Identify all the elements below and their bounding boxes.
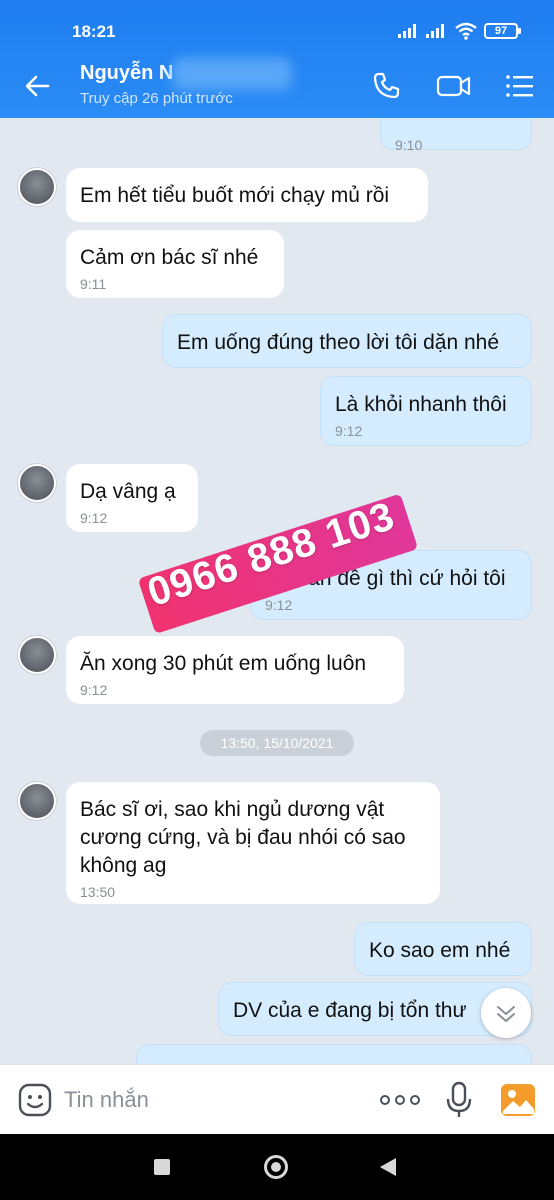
chat-header: Nguyễn N Truy cập 26 phút trước (0, 52, 554, 118)
message-bubble-in[interactable]: Cảm ơn bác sĩ nhé 9:11 (66, 230, 284, 298)
avatar[interactable] (18, 464, 56, 502)
message-time: 9:12 (335, 423, 363, 439)
message-text: Cảm ơn bác sĩ nhé (80, 246, 259, 269)
avatar[interactable] (18, 782, 56, 820)
message-time: 13:50 (80, 884, 116, 900)
message-bubble-in[interactable]: Ăn xong 30 phút em uống luôn 9:12 (66, 636, 404, 704)
avatar[interactable] (18, 168, 56, 206)
message-bubble-out[interactable]: 9:10 (380, 118, 532, 153)
back-arrow-icon[interactable] (22, 70, 54, 102)
photo-gallery-icon[interactable] (500, 1083, 536, 1117)
message-bubble-in[interactable]: Em hết tiểu buốt mới chạy mủ rồi (66, 168, 428, 222)
avatar[interactable] (18, 636, 56, 674)
message-text: DV của e đang bị tổn thư (233, 999, 467, 1022)
message-time: 9:10 (395, 137, 423, 153)
message-bubble-out-partial[interactable] (136, 1044, 532, 1064)
name-redaction-blur (172, 58, 292, 90)
microphone-icon[interactable] (444, 1081, 474, 1119)
message-time: 9:12 (80, 682, 108, 698)
home-icon[interactable] (264, 1155, 288, 1179)
nav-back-icon[interactable] (380, 1158, 396, 1176)
message-text: Là khỏi nhanh thôi (335, 393, 507, 416)
message-bubble-in[interactable]: Bác sĩ ơi, sao khi ngủ dương vật cương c… (66, 782, 440, 904)
message-text: Ko sao em nhé (369, 939, 511, 962)
video-call-icon[interactable] (436, 70, 472, 102)
message-input-bar (0, 1064, 554, 1134)
phone-icon[interactable] (370, 70, 402, 102)
wifi-icon (455, 22, 477, 40)
status-bar: 18:21 97 (0, 0, 554, 52)
message-text-line: không ag (80, 854, 167, 877)
message-bubble-out[interactable]: Ko sao em nhé (354, 922, 532, 976)
message-text: Em hết tiểu buốt mới chạy mủ rồi (80, 184, 390, 207)
last-seen-status: Truy cập 26 phút trước (80, 90, 233, 107)
recent-apps-icon[interactable] (154, 1159, 170, 1175)
top-bar: 18:21 97 Nguyễn N Truy cập 26 phút trước (0, 0, 554, 118)
more-options-icon[interactable] (378, 1089, 422, 1111)
signal-icon-2 (426, 24, 444, 38)
message-time: 9:12 (265, 597, 293, 613)
message-text: Em uống đúng theo lời tôi dặn nhé (177, 331, 500, 354)
system-navigation-bar (0, 1134, 554, 1200)
sticker-icon[interactable] (18, 1083, 52, 1117)
message-text: Dạ vâng ạ (80, 480, 176, 503)
message-text-line: cương cứng, và bị đau nhói có sao (80, 826, 406, 849)
signal-icon (398, 24, 416, 38)
scroll-to-bottom-button[interactable] (481, 988, 531, 1038)
message-bubble-out[interactable]: Là khỏi nhanh thôi 9:12 (320, 376, 532, 446)
message-list[interactable]: 9:10 Em hết tiểu buốt mới chạy mủ rồi Cả… (0, 118, 554, 1064)
menu-list-icon[interactable] (504, 70, 536, 102)
message-text: Ăn xong 30 phút em uống luôn (80, 652, 367, 675)
message-input[interactable] (64, 1085, 344, 1115)
message-text-line: Bác sĩ ơi, sao khi ngủ dương vật (80, 798, 385, 821)
message-time: 9:11 (80, 276, 107, 292)
battery-icon: 97 (484, 23, 521, 39)
date-separator: 13:50, 15/10/2021 (200, 730, 354, 756)
contact-name[interactable]: Nguyễn N (80, 62, 173, 85)
chevron-down-icon (497, 1006, 515, 1022)
status-time: 18:21 (72, 22, 116, 41)
message-bubble-out[interactable]: Em uống đúng theo lời tôi dặn nhé (162, 314, 532, 368)
